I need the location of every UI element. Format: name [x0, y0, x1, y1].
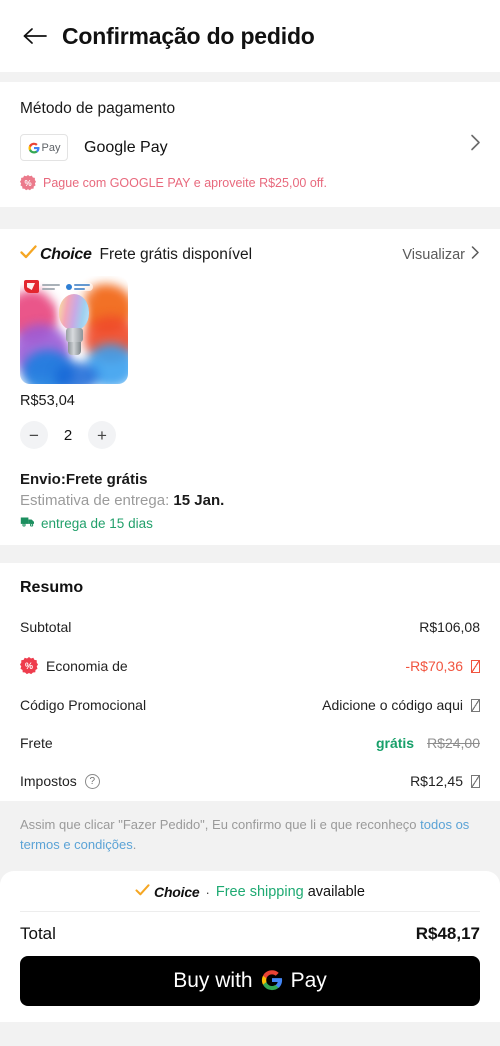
payment-section-title: Método de pagamento — [20, 100, 176, 117]
quantity-increase-button[interactable]: + — [88, 421, 116, 449]
shipping-info: Envio:Frete grátis Estimativa de entrega… — [20, 471, 480, 531]
smart-bulb-product-image[interactable] — [20, 276, 128, 384]
checkout-footer: Choice · Free shipping available Total R… — [0, 871, 500, 1023]
missing-glyph-icon — [471, 698, 480, 712]
summary-row-subtotal: Subtotal R$106,08 — [20, 619, 480, 635]
summary-label-group: Impostos ? — [20, 773, 100, 789]
quantity-stepper[interactable]: − 2 + — [20, 421, 480, 449]
promo-code-placeholder: Adicione o código aqui — [322, 697, 463, 713]
summary-label-group: % Economia de — [20, 657, 128, 675]
choice-subtitle: Frete grátis disponível — [99, 245, 253, 263]
terms-text: Assim que clicar "Fazer Pedido", Eu conf… — [20, 815, 480, 855]
choice-logo-text: Choice — [40, 245, 92, 263]
summary-title: Resumo — [20, 579, 84, 596]
payment-chevron-right-icon[interactable] — [470, 132, 482, 157]
payment-method-section[interactable]: Método de pagamento Pay Google Pay % Pag… — [0, 82, 500, 207]
summary-label: Frete — [20, 735, 53, 751]
product-row: R$53,04 − 2 + — [20, 276, 480, 449]
delivery-estimate-date: 15 Jan. — [173, 492, 225, 509]
summary-value-free: grátis — [375, 735, 415, 751]
choice-header: Choice Frete grátis disponível Visualiza… — [20, 245, 480, 264]
summary-value-group[interactable]: Adicione o código aqui — [322, 697, 480, 713]
choice-free-shipping-banner: Choice · Free shipping available — [20, 883, 480, 913]
summary-row-savings[interactable]: % Economia de -R$70,36 — [20, 657, 480, 675]
product-price: R$53,04 — [20, 393, 75, 409]
terms-text-before: Assim que clicar "Fazer Pedido", Eu conf… — [20, 817, 421, 832]
total-label: Total — [20, 924, 56, 944]
summary-row-promo-code[interactable]: Código Promocional Adicione o código aqu… — [20, 697, 480, 713]
summary-value-group: R$12,45 — [410, 773, 480, 789]
delivery-days: entrega de 15 dias — [20, 515, 480, 531]
choice-banner-black-text: available — [307, 884, 365, 901]
order-summary-section: Resumo Subtotal R$106,08 % Economia de -… — [0, 563, 500, 801]
google-g-icon — [261, 969, 283, 994]
delivery-estimate: Estimativa de entrega: 15 Jan. — [20, 492, 480, 509]
payment-method-label: Google Pay — [84, 138, 168, 156]
section-divider — [0, 207, 500, 229]
view-order-label: Visualizar — [402, 246, 465, 263]
delivery-days-text: entrega de 15 dias — [41, 515, 153, 531]
shipping-title: Envio:Frete grátis — [20, 471, 148, 488]
buy-button-pay-word: Pay — [290, 969, 327, 993]
summary-value-group: -R$70,36 — [405, 658, 480, 674]
delivery-estimate-label: Estimativa de entrega: — [20, 492, 170, 509]
percent-badge-icon: % — [20, 657, 38, 675]
section-divider — [0, 72, 500, 82]
back-arrow-icon[interactable] — [20, 21, 50, 51]
summary-row-taxes[interactable]: Impostos ? R$12,45 — [20, 773, 480, 789]
choice-shipping-section: Choice Frete grátis disponível Visualiza… — [0, 229, 500, 545]
truck-icon — [20, 515, 36, 531]
summary-value-group: grátis R$24,00 — [376, 735, 480, 751]
view-chevron-right-icon — [471, 245, 480, 264]
quantity-value: 2 — [63, 426, 73, 444]
summary-label: Impostos — [20, 773, 77, 789]
summary-value: R$106,08 — [419, 619, 480, 635]
summary-value: R$12,45 — [410, 773, 463, 789]
choice-banner-separator: · — [205, 884, 210, 900]
terms-section: Assim que clicar "Fazer Pedido", Eu conf… — [0, 801, 500, 872]
summary-label: Subtotal — [20, 619, 72, 635]
page-header: Confirmação do pedido — [0, 0, 500, 72]
total-row: Total R$48,17 — [20, 912, 480, 956]
bulb-graphic — [59, 294, 89, 355]
checkout-screen: Confirmação do pedido Método de pagament… — [0, 0, 500, 1046]
summary-label: Economia de — [46, 658, 128, 674]
summary-row-shipping: Frete grátis R$24,00 — [20, 735, 480, 751]
google-pay-badge-icon: Pay — [20, 134, 68, 161]
choice-banner-logo: Choice — [154, 884, 200, 901]
choice-banner-green-text: Free shipping — [215, 884, 304, 901]
section-divider — [0, 545, 500, 563]
percent-badge-icon: % — [20, 175, 36, 191]
quantity-decrease-button[interactable]: − — [20, 421, 48, 449]
missing-glyph-icon — [471, 774, 480, 788]
buy-button-prefix: Buy with — [173, 969, 253, 993]
brand-badge-icon — [24, 280, 93, 293]
payment-method-row[interactable]: Pay Google Pay — [20, 134, 480, 161]
buy-with-google-pay-button[interactable]: Buy with Pay — [20, 956, 480, 1007]
payment-promo-text: Pague com GOOGLE PAY e aproveite R$25,00… — [43, 176, 327, 190]
check-icon — [20, 245, 37, 264]
summary-label: Código Promocional — [20, 697, 147, 713]
google-pay-badge-text: Pay — [41, 141, 61, 154]
choice-logo: Choice Frete grátis disponível — [20, 245, 252, 264]
check-icon — [135, 883, 150, 901]
question-mark-icon[interactable]: ? — [84, 773, 100, 789]
total-value: R$48,17 — [415, 924, 480, 944]
missing-glyph-icon — [471, 659, 480, 673]
view-order-button[interactable]: Visualizar — [402, 245, 480, 264]
payment-promo-line: % Pague com GOOGLE PAY e aproveite R$25,… — [20, 175, 480, 191]
summary-value-original: R$24,00 — [427, 735, 480, 751]
page-title: Confirmação do pedido — [62, 22, 315, 49]
summary-value: -R$70,36 — [405, 658, 463, 674]
terms-text-after: . — [132, 837, 137, 853]
